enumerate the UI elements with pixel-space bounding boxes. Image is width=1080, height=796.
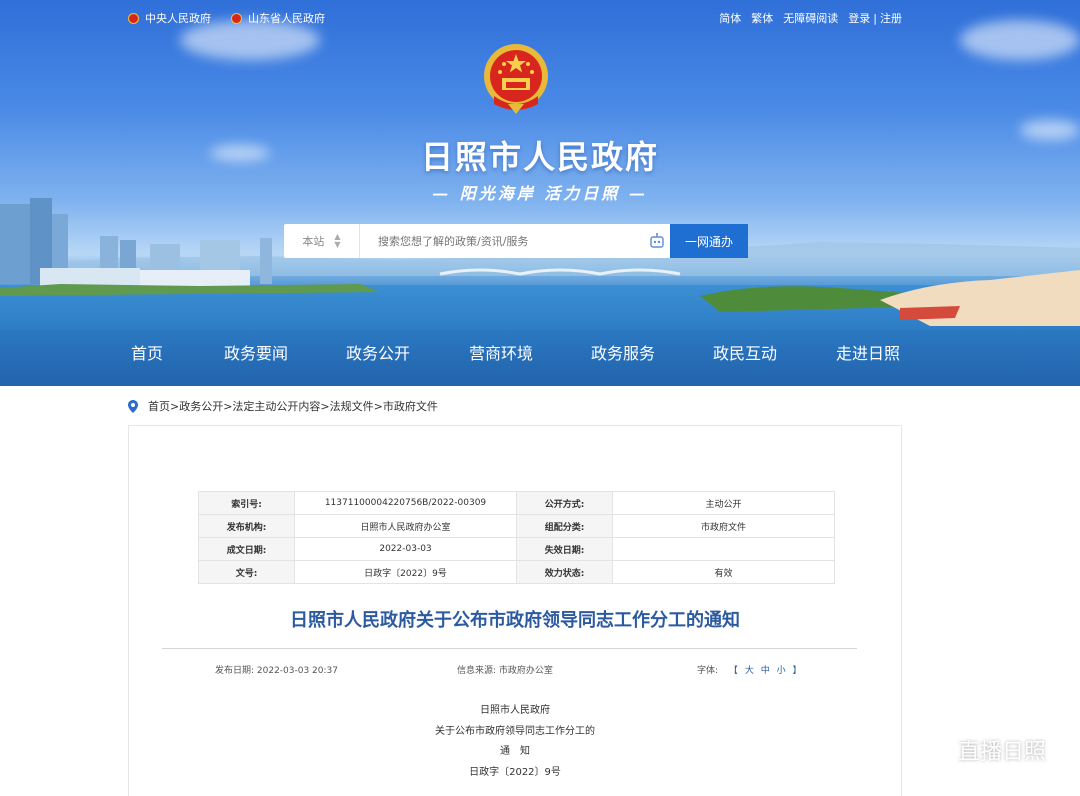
watermark-text: 直播日照 bbox=[957, 740, 1046, 765]
nav-item-gov-affairs-open[interactable]: 政务公开 bbox=[346, 340, 410, 364]
meta-key: 效力状态: bbox=[516, 560, 613, 584]
shandong-gov-link[interactable]: 山东省人民政府 bbox=[231, 10, 325, 26]
meta-value: 11371100004220756B/2022-00309 bbox=[294, 491, 517, 515]
meta-value: 日照市人民政府办公室 bbox=[294, 514, 517, 538]
robot-assistant-icon[interactable] bbox=[644, 224, 670, 258]
nav-item-interaction[interactable]: 政民互动 bbox=[713, 340, 777, 364]
article-panel: 索引号: 11371100004220756B/2022-00309 公开方式:… bbox=[128, 425, 902, 796]
body-line: 关于公布市政府领导同志工作分工的 bbox=[435, 726, 595, 737]
nav-item-gov-services[interactable]: 政务服务 bbox=[591, 340, 655, 364]
search-scope-select[interactable]: 本站 ▲ ▼ bbox=[284, 224, 360, 258]
table-row: 文号: 日政字〔2022〕9号 效力状态: 有效 bbox=[198, 560, 835, 584]
font-size-small[interactable]: 小 bbox=[777, 666, 786, 676]
cloud bbox=[960, 20, 1080, 60]
national-emblem-icon bbox=[128, 12, 139, 24]
location-pin-icon bbox=[128, 399, 138, 413]
meta-key: 文号: bbox=[198, 560, 295, 584]
document-meta-table: 索引号: 11371100004220756B/2022-00309 公开方式:… bbox=[198, 491, 835, 584]
login-link[interactable]: 登录 bbox=[848, 10, 870, 26]
meta-key: 成文日期: bbox=[198, 537, 295, 561]
site-title: 日照市人民政府 bbox=[420, 138, 659, 176]
link-separator: | bbox=[873, 11, 877, 25]
body-line: 日照市人民政府 bbox=[480, 705, 550, 716]
font-size-medium[interactable]: 中 bbox=[761, 666, 770, 676]
nav-item-business-environment[interactable]: 营商环境 bbox=[469, 340, 533, 364]
nav-item-home[interactable]: 首页 bbox=[131, 340, 163, 364]
central-gov-link[interactable]: 中央人民政府 bbox=[128, 10, 211, 26]
top-links-left: 中央人民政府 山东省人民政府 bbox=[128, 10, 345, 26]
search-scope-label: 本站 bbox=[302, 235, 325, 248]
main-nav: 首页 政务要闻 政务公开 营商环境 政务服务 政民互动 走进日照 bbox=[0, 340, 1080, 368]
table-row: 发布机构: 日照市人民政府办公室 组配分类: 市政府文件 bbox=[198, 514, 835, 538]
site-slogan: — 阳光海岸 活力日照 — bbox=[432, 184, 648, 203]
meta-key: 索引号: bbox=[198, 491, 295, 515]
search-bar: 本站 ▲▼ 一网通办 bbox=[284, 224, 748, 258]
publish-date: 发布日期: 2022-03-03 20:37 bbox=[215, 666, 338, 676]
search-input[interactable] bbox=[360, 224, 644, 258]
info-source: 信息来源: 市政府办公室 bbox=[457, 666, 553, 676]
nav-item-news[interactable]: 政务要闻 bbox=[224, 340, 288, 364]
table-row: 成文日期: 2022-03-03 失效日期: bbox=[198, 537, 835, 561]
breadcrumb-path[interactable]: 首页>政务公开>法定主动公开内容>法规文件>市政府文件 bbox=[148, 398, 438, 414]
header-banner: 中央人民政府 山东省人民政府 简体 繁体 无障碍阅读 登录 | 注册 日照市人民… bbox=[0, 0, 1080, 386]
body-line: 通 知 bbox=[500, 746, 530, 757]
table-row: 索引号: 11371100004220756B/2022-00309 公开方式:… bbox=[198, 491, 835, 515]
font-bracket-open: 【 bbox=[728, 666, 738, 676]
font-size-label: 字体: bbox=[697, 666, 719, 676]
body-line: 日政字〔2022〕9号 bbox=[469, 767, 561, 778]
document-title: 日照市人民政府关于公布市政府领导同志工作分工的通知 bbox=[290, 610, 740, 631]
breadcrumb: 首页>政务公开>法定主动公开内容>法规文件>市政府文件 bbox=[128, 398, 438, 414]
sort-arrows-icon: ▲ ▼ bbox=[334, 232, 341, 249]
top-links-right: 简体 繁体 无障碍阅读 登录 | 注册 bbox=[709, 10, 902, 26]
meta-key: 发布机构: bbox=[198, 514, 295, 538]
national-emblem-icon bbox=[231, 12, 242, 24]
meta-value bbox=[612, 537, 835, 561]
cloud bbox=[180, 20, 320, 60]
traditional-chinese-link[interactable]: 繁体 bbox=[751, 10, 773, 26]
meta-key: 公开方式: bbox=[516, 491, 613, 515]
meta-value: 日政字〔2022〕9号 bbox=[294, 560, 517, 584]
meta-value: 有效 bbox=[612, 560, 835, 584]
meta-value: 市政府文件 bbox=[612, 514, 835, 538]
register-link[interactable]: 注册 bbox=[880, 10, 902, 26]
national-emblem-icon bbox=[484, 44, 548, 114]
accessible-reading-link[interactable]: 无障碍阅读 bbox=[783, 10, 838, 26]
meta-key: 组配分类: bbox=[516, 514, 613, 538]
city-skyline-image bbox=[0, 198, 1080, 326]
font-size-large[interactable]: 大 bbox=[745, 666, 754, 676]
simplified-chinese-link[interactable]: 简体 bbox=[719, 10, 741, 26]
meta-value: 2022-03-03 bbox=[294, 537, 517, 561]
divider bbox=[162, 648, 857, 649]
wechat-icon bbox=[920, 738, 951, 762]
meta-value: 主动公开 bbox=[612, 491, 835, 515]
font-size-switcher: 字体: 【 大 中 小 】 bbox=[695, 663, 804, 676]
nav-item-about-rizhao[interactable]: 走进日照 bbox=[836, 340, 900, 364]
font-bracket-close: 】 bbox=[792, 666, 802, 676]
one-stop-service-button[interactable]: 一网通办 bbox=[670, 224, 748, 258]
wechat-watermark: 直播日照 bbox=[920, 734, 1046, 766]
meta-key: 失效日期: bbox=[516, 537, 613, 561]
